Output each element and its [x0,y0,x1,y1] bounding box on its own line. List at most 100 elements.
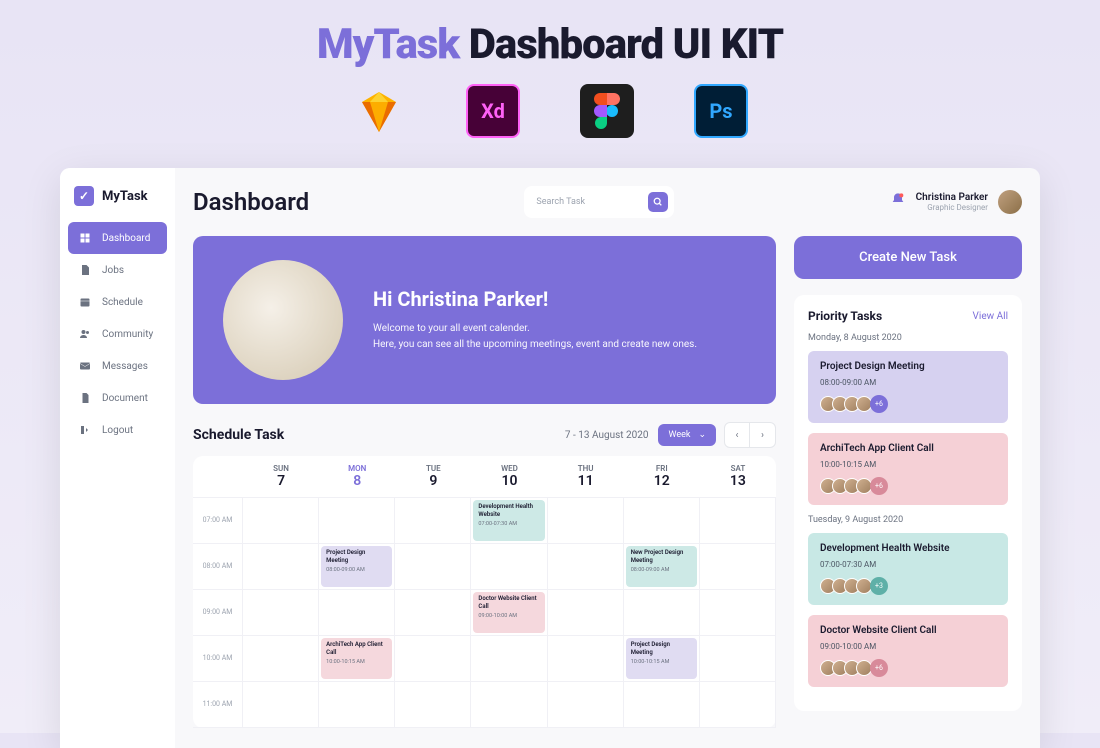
priority-date: Monday, 8 August 2020 [808,333,1008,343]
sidebar-item-schedule[interactable]: Schedule [68,286,167,318]
main-content: Dashboard Search Task Christina Parker G… [175,168,1040,748]
day-header-12[interactable]: FRI12 [624,456,700,497]
priority-panel: Priority Tasks View All Monday, 8 August… [794,295,1022,711]
calendar-slot[interactable] [700,636,776,682]
calendar-event[interactable]: Development Health Website07:00-07:30 AM [473,500,544,541]
priority-task-card[interactable]: ArchiTech App Client Call10:00-10:15 AM+… [808,433,1008,505]
welcome-line1: Welcome to your all event calender. [373,321,697,337]
calendar-slot[interactable] [243,682,319,728]
sidebar-item-messages[interactable]: Messages [68,350,167,382]
sidebar-item-jobs[interactable]: Jobs [68,254,167,286]
calendar-slot[interactable] [243,636,319,682]
grid-icon [78,231,92,245]
calendar-grid: SUN7MON8TUE9WED10THU11FRI12SAT13 07:00 A… [193,456,776,728]
file-icon [78,263,92,277]
search-input[interactable]: Search Task [524,186,674,218]
calendar-slot[interactable]: Project Design Meeting10:00-10:15 AM [624,636,700,682]
calendar-slot[interactable]: ArchiTech App Client Call10:00-10:15 AM [319,636,395,682]
time-label: 08:00 AM [193,544,243,590]
view-all-link[interactable]: View All [973,311,1008,322]
time-label: 11:00 AM [193,682,243,728]
promo-tool-icons: Xd Ps [0,84,1100,138]
calendar-slot[interactable] [243,590,319,636]
topbar: Dashboard Search Task Christina Parker G… [193,186,1022,218]
user-info[interactable]: Christina Parker Graphic Designer [916,192,988,212]
calendar-slot[interactable] [319,682,395,728]
priority-task-card[interactable]: Development Health Website07:00-07:30 AM… [808,533,1008,605]
calendar-slot[interactable]: New Project Design Meeting08:00-09:00 AM [624,544,700,590]
time-label: 10:00 AM [193,636,243,682]
calendar-slot[interactable]: Project Design Meeting08:00-09:00 AM [319,544,395,590]
calendar-event[interactable]: New Project Design Meeting08:00-09:00 AM [626,546,697,587]
calendar-slot[interactable]: Doctor Website Client Call09:00-10:00 AM [471,590,547,636]
calendar-slot[interactable] [700,682,776,728]
period-selector[interactable]: Week ⌄ [658,424,716,446]
welcome-line2: Here, you can see all the upcoming meeti… [373,337,697,353]
welcome-greeting: Hi Christina Parker! [373,287,697,311]
sidebar-item-dashboard[interactable]: Dashboard [68,222,167,254]
day-header-9[interactable]: TUE9 [395,456,471,497]
sidebar-item-logout[interactable]: Logout [68,414,167,446]
calendar-slot[interactable] [624,590,700,636]
calendar-slot[interactable] [700,544,776,590]
time-label: 09:00 AM [193,590,243,636]
logo-text: MyTask [102,189,148,204]
sidebar-item-document[interactable]: Document [68,382,167,414]
calendar-slot[interactable] [471,544,547,590]
schedule-title: Schedule Task [193,427,565,443]
prev-button[interactable]: ‹ [724,422,750,448]
calendar-slot[interactable] [395,636,471,682]
priority-title: Priority Tasks [808,309,882,323]
next-button[interactable]: › [750,422,776,448]
calendar-slot[interactable] [700,590,776,636]
day-header-11[interactable]: THU11 [548,456,624,497]
day-header-7[interactable]: SUN7 [243,456,319,497]
sketch-icon [352,84,406,138]
calendar-slot[interactable] [319,590,395,636]
user-area: Christina Parker Graphic Designer [890,190,1022,214]
calendar-slot[interactable] [700,498,776,544]
welcome-card: Hi Christina Parker! Welcome to your all… [193,236,776,404]
calendar-slot[interactable] [548,682,624,728]
calendar-event[interactable]: Doctor Website Client Call09:00-10:00 AM [473,592,544,633]
calendar-slot[interactable] [395,544,471,590]
calendar-slot[interactable] [471,636,547,682]
chevron-down-icon: ⌄ [698,430,706,440]
calendar-slot[interactable] [319,498,395,544]
logout-icon [78,423,92,437]
calendar-slot[interactable] [471,682,547,728]
app-logo[interactable]: ✓ MyTask [68,186,167,218]
notification-bell-icon[interactable] [890,192,906,212]
users-icon [78,327,92,341]
day-header-13[interactable]: SAT13 [700,456,776,497]
calendar-slot[interactable] [395,498,471,544]
calendar-slot[interactable] [548,544,624,590]
create-task-button[interactable]: Create New Task [794,236,1022,279]
calendar-slot[interactable] [548,498,624,544]
calendar-slot[interactable] [243,498,319,544]
calendar-event[interactable]: Project Design Meeting08:00-09:00 AM [321,546,392,587]
day-header-8[interactable]: MON8 [319,456,395,497]
promo-header: MyTask Dashboard UI KIT Xd Ps [0,0,1100,148]
calendar-slot[interactable] [243,544,319,590]
calendar-slot[interactable] [395,682,471,728]
sidebar: ✓ MyTask DashboardJobsScheduleCommunityM… [60,168,175,748]
calendar-slot[interactable] [624,498,700,544]
calendar-event[interactable]: Project Design Meeting10:00-10:15 AM [626,638,697,679]
calendar-slot[interactable] [548,636,624,682]
day-header-10[interactable]: WED10 [471,456,547,497]
calendar-slot[interactable] [395,590,471,636]
calendar-slot[interactable]: Development Health Website07:00-07:30 AM [471,498,547,544]
calendar-slot[interactable] [624,682,700,728]
calendar-slot[interactable] [548,590,624,636]
dashboard-frame: ✓ MyTask DashboardJobsScheduleCommunityM… [60,168,1040,748]
search-button[interactable] [648,192,668,212]
calendar-event[interactable]: ArchiTech App Client Call10:00-10:15 AM [321,638,392,679]
sidebar-item-community[interactable]: Community [68,318,167,350]
priority-task-card[interactable]: Doctor Website Client Call09:00-10:00 AM… [808,615,1008,687]
user-name: Christina Parker [916,192,988,203]
calendar-icon [78,295,92,309]
avatar[interactable] [998,190,1022,214]
promo-title: MyTask Dashboard UI KIT [0,20,1100,69]
priority-task-card[interactable]: Project Design Meeting08:00-09:00 AM+6 [808,351,1008,423]
